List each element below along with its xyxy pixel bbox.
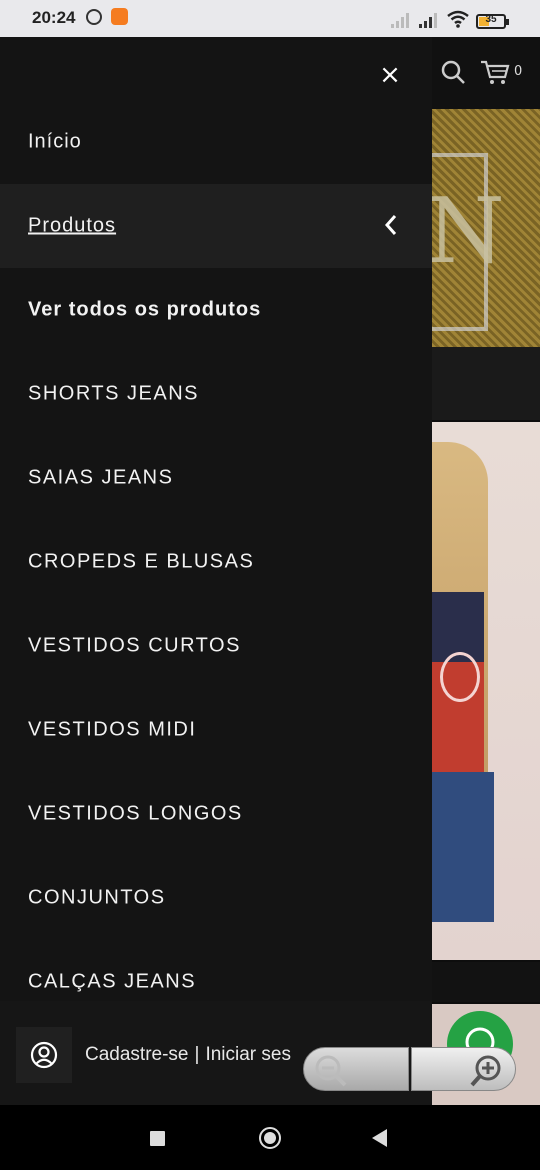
search-icon[interactable] [440,59,466,85]
battery-level: 35 [485,14,497,25]
menu-item-vestidos-midi[interactable]: VESTIDOS MIDI [0,688,432,772]
background-page: 0 N [432,37,540,1105]
menu-item-inicio[interactable]: Início [0,100,432,184]
menu-item-label: VESTIDOS CURTOS [28,634,241,657]
banner-image: N [432,109,540,347]
alarm-icon [86,9,102,25]
menu-item-label: VESTIDOS LONGOS [28,802,243,825]
zoom-control [303,1047,516,1091]
register-link[interactable]: Cadastre-se [85,1044,189,1065]
signal-icon [419,13,437,28]
back-button[interactable] [372,1129,387,1147]
recents-button[interactable] [150,1131,165,1146]
zoom-in-button[interactable] [411,1047,516,1091]
status-time: 20:24 [32,8,76,27]
menu-item-conjuntos[interactable]: CONJUNTOS [0,856,432,940]
menu-item-vestidos-longos[interactable]: VESTIDOS LONGOS [0,772,432,856]
menu-item-ver-todos[interactable]: Ver todos os produtos [0,268,432,352]
menu-item-label: Ver todos os produtos [28,298,262,321]
menu-item-label: CONJUNTOS [28,886,166,909]
product-photo [432,422,540,960]
site-header: 0 [432,37,540,109]
cart-count: 0 [514,64,523,79]
app-notification-icon [111,8,128,25]
zoom-in-icon [470,1055,501,1087]
status-bar: 20:24 35 [0,0,540,37]
login-link[interactable]: Iniciar ses [205,1044,291,1065]
menu-item-label: Início [28,130,82,153]
menu-item-label: VESTIDOS MIDI [28,718,197,741]
menu-item-label: CALÇAS JEANS [28,970,197,993]
menu-item-label: CROPEDS E BLUSAS [28,550,255,573]
menu-item-label: Produtos [28,214,117,237]
menu-item-produtos[interactable]: Produtos [0,184,432,268]
account-button[interactable] [16,1027,72,1083]
home-button[interactable] [259,1127,281,1149]
navigation-drawer: × Início Produtos Ver todos os produtos … [0,37,432,1105]
close-button[interactable]: × [375,60,405,90]
account-links: Cadastre-se | Iniciar ses [85,1044,291,1066]
menu-item-cropeds-e-blusas[interactable]: CROPEDS E BLUSAS [0,520,432,604]
menu-item-label: SAIAS JEANS [28,466,174,489]
menu-item-shorts-jeans[interactable]: SHORTS JEANS [0,352,432,436]
menu-item-label: SHORTS JEANS [28,382,199,405]
zoom-out-icon [315,1055,347,1087]
user-icon [30,1041,58,1069]
wifi-icon [447,10,469,28]
system-navigation-bar [0,1105,540,1170]
cart-icon[interactable] [480,59,510,85]
section-strip [432,347,540,420]
zoom-out-button[interactable] [303,1047,409,1091]
chevron-left-icon [384,215,397,235]
menu-item-vestidos-curtos[interactable]: VESTIDOS CURTOS [0,604,432,688]
signal-icon [391,13,409,28]
link-separator: | [194,1044,200,1065]
menu-item-saias-jeans[interactable]: SAIAS JEANS [0,436,432,520]
section-gap [432,962,540,1002]
battery-icon: 35 [476,14,509,29]
